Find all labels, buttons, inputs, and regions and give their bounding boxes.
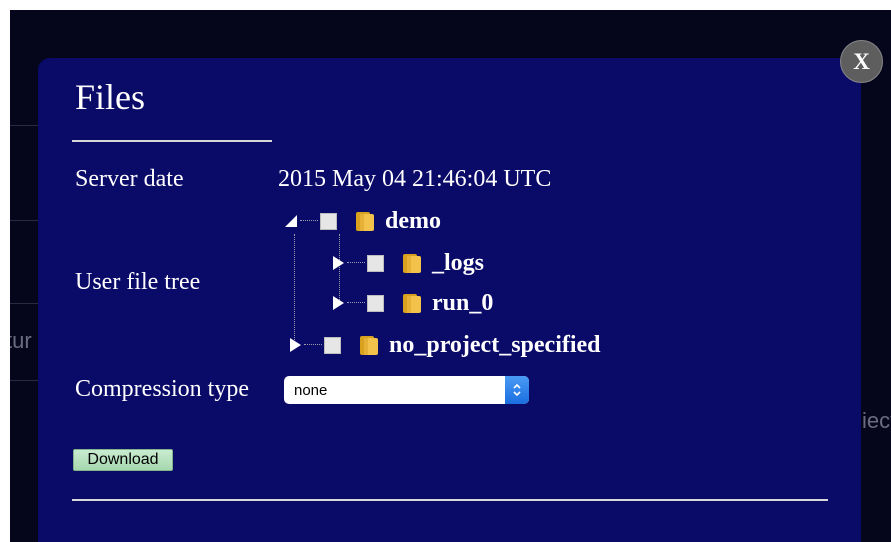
server-date-value: 2015 May 04 21:46:04 UTC (278, 166, 552, 192)
tree-checkbox[interactable] (320, 212, 337, 230)
tree-node-label[interactable]: run_0 (432, 290, 493, 317)
bg-divider (10, 125, 40, 126)
bg-divider (10, 220, 40, 221)
bg-text-left: tur (10, 328, 32, 353)
tree-node-label[interactable]: demo (385, 208, 441, 235)
tree-node-label[interactable]: _logs (432, 250, 484, 277)
close-button[interactable]: X (840, 40, 883, 83)
expand-triangle-icon[interactable] (331, 293, 345, 313)
expand-triangle-icon[interactable] (331, 253, 345, 273)
compression-type-select[interactable]: none (284, 376, 529, 404)
server-date-label: Server date (75, 166, 184, 192)
folder-icon (360, 336, 378, 355)
collapse-triangle-icon[interactable] (284, 211, 298, 231)
tree-checkbox[interactable] (367, 254, 384, 272)
close-label: X (853, 48, 870, 74)
bg-text-right: iect (862, 408, 891, 433)
tree-node-run-0: run_0 (331, 288, 493, 318)
folder-icon (356, 212, 374, 231)
tree-node-demo: demo (284, 206, 441, 236)
expand-triangle-icon[interactable] (288, 335, 302, 355)
tree-checkbox[interactable] (367, 294, 384, 312)
tree-connector (294, 234, 296, 344)
dialog-title: Files (75, 77, 146, 117)
tree-node-label[interactable]: no_project_specified (389, 332, 601, 359)
tree-checkbox[interactable] (324, 336, 341, 354)
files-dialog: Files Server date 2015 May 04 21:46:04 U… (38, 58, 861, 542)
title-divider (72, 140, 272, 142)
file-tree-label: User file tree (75, 269, 201, 295)
bg-divider (10, 303, 40, 304)
compression-selected-value: none (294, 381, 328, 399)
tree-node-logs: _logs (331, 248, 484, 278)
download-button[interactable]: Download (73, 449, 173, 471)
folder-icon (403, 294, 421, 313)
bottom-divider (72, 499, 828, 501)
tree-node-no-project: no_project_specified (288, 330, 601, 360)
select-arrows-icon (505, 376, 529, 404)
compression-type-label: Compression type (75, 376, 249, 402)
bg-divider (10, 380, 40, 381)
folder-icon (403, 254, 421, 273)
